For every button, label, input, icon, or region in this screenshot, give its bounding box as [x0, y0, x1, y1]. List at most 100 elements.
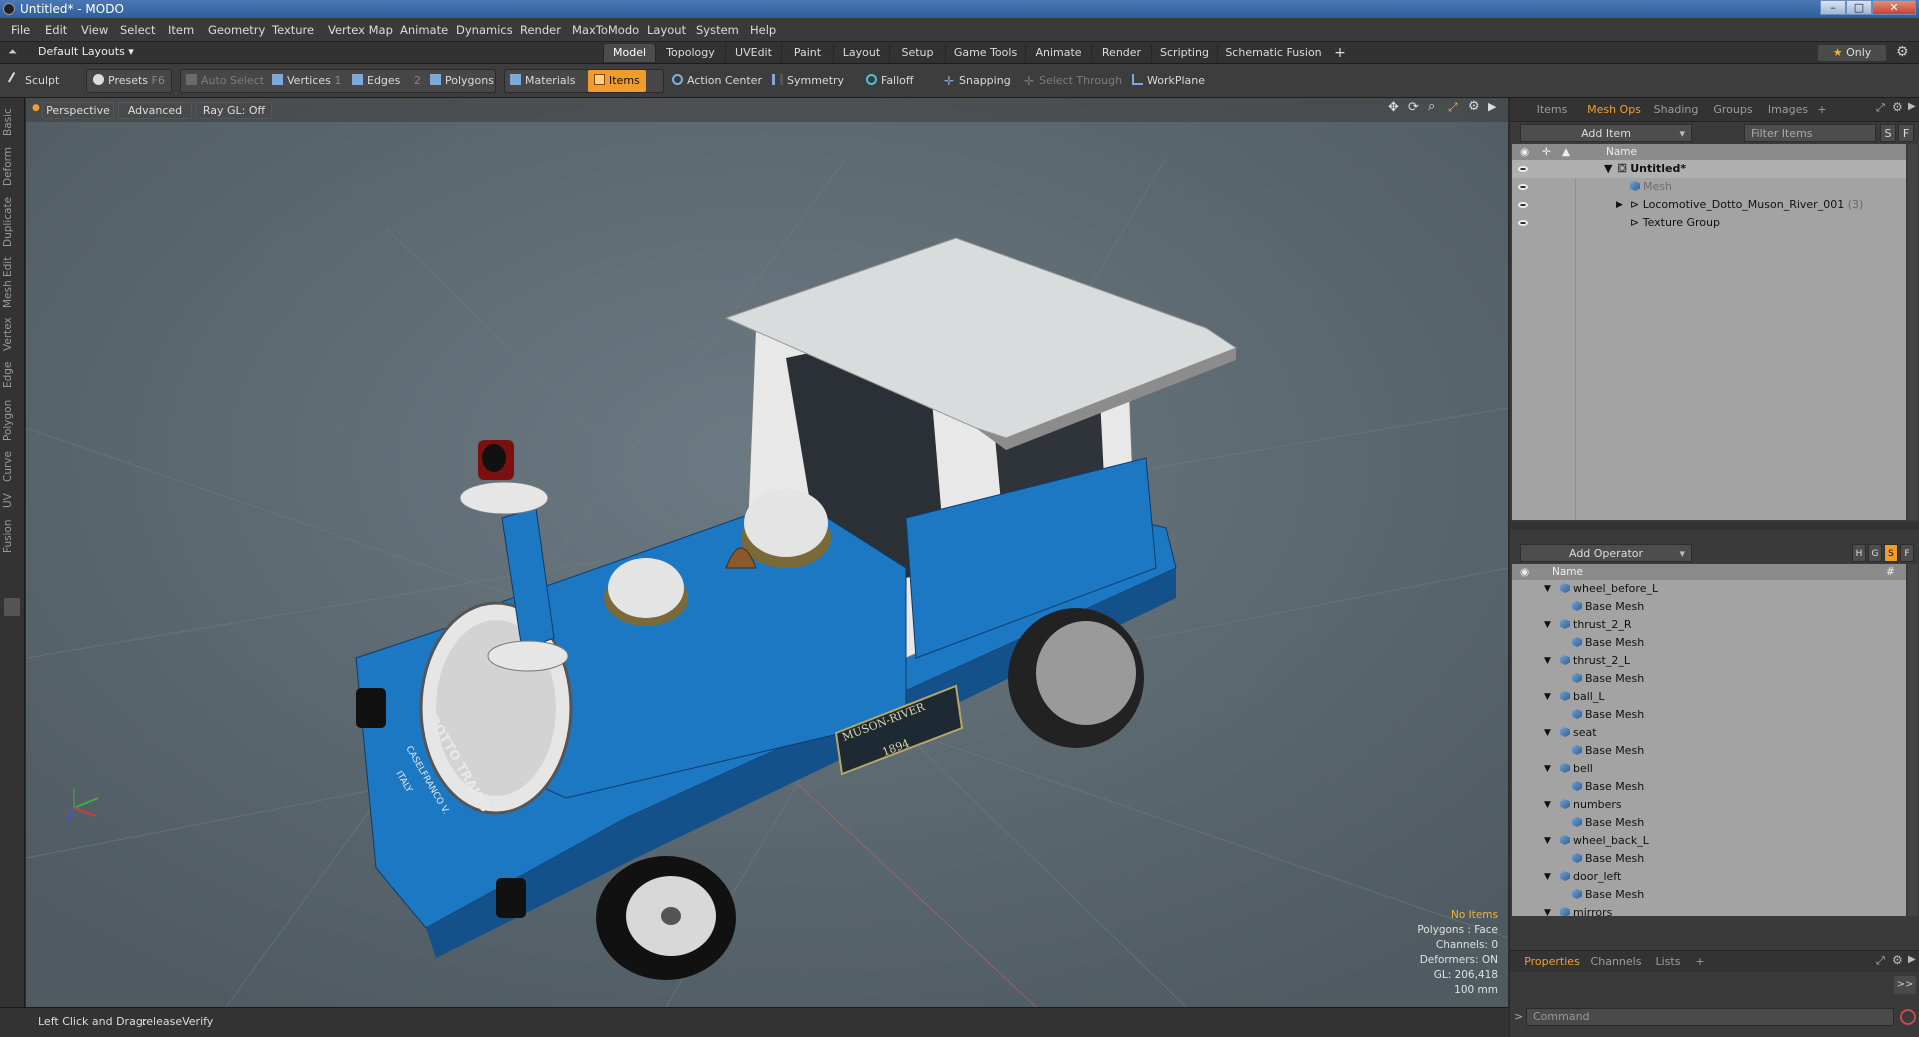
operator-row[interactable]: ▼ numbers: [1512, 796, 1906, 814]
sidebar-toggle[interactable]: [4, 598, 20, 616]
raygl-select[interactable]: Ray GL: Off: [196, 102, 272, 119]
menu-render[interactable]: Render: [516, 18, 565, 42]
command-history-icon[interactable]: [1900, 1009, 1916, 1025]
add-panel-tab[interactable]: +: [1814, 101, 1830, 119]
menu-geometry[interactable]: Geometry: [204, 18, 269, 42]
panel-arrow-icon[interactable]: ▶: [1908, 101, 1916, 112]
add-tab-button[interactable]: +: [1329, 44, 1351, 62]
add-item-dropdown[interactable]: Add Item ▾: [1520, 124, 1692, 142]
operator-row[interactable]: ▼ bell: [1512, 760, 1906, 778]
tab-setup[interactable]: Setup: [889, 44, 945, 62]
items-button[interactable]: Items: [588, 70, 646, 92]
eye-icon[interactable]: [1518, 202, 1528, 208]
operator-row[interactable]: ▼ wheel_before_L: [1512, 580, 1906, 598]
tab-game-tools[interactable]: Game Tools: [945, 44, 1025, 62]
viewport-menu-icon[interactable]: ●: [32, 103, 40, 113]
add-bottom-tab[interactable]: +: [1692, 953, 1708, 971]
operator-child-row[interactable]: Base Mesh: [1512, 634, 1906, 652]
materials-button[interactable]: Materials: [510, 70, 575, 92]
operator-child-row[interactable]: Base Mesh: [1512, 670, 1906, 688]
only-toggle[interactable]: ★ Only: [1818, 45, 1886, 61]
panel-expand-icon[interactable]: ⤢: [1876, 101, 1885, 115]
collapse-arrow-icon[interactable]: ▼: [1544, 760, 1551, 778]
edges-button[interactable]: Edges 2: [352, 70, 421, 92]
menu-item[interactable]: Item: [164, 18, 198, 42]
filter-f-button[interactable]: F: [1898, 124, 1914, 142]
layout-toggle-icon[interactable]: ⏶: [8, 45, 17, 59]
collapse-arrow-icon[interactable]: ▼: [1544, 652, 1551, 670]
item-list[interactable]: ◉ ✛ ▲ Name ▼ ⛋ Untitled* Mesh ▶ ⊳ Locomoti…: [1512, 144, 1906, 520]
vtab-mesh-edit[interactable]: Mesh Edit: [2, 254, 22, 310]
sculpt-button[interactable]: Sculpt: [7, 70, 59, 92]
tab-topology[interactable]: Topology: [655, 44, 725, 62]
menu-texture[interactable]: Texture: [268, 18, 318, 42]
presets-button[interactable]: Presets F6: [93, 70, 165, 92]
shading-advanced-select[interactable]: Advanced: [118, 102, 192, 119]
minimize-button[interactable]: –: [1820, 0, 1846, 15]
vertices-button[interactable]: Vertices 1: [272, 70, 341, 92]
maximize-button[interactable]: □: [1846, 0, 1872, 15]
collapse-arrow-icon[interactable]: ▼: [1544, 832, 1551, 850]
collapse-arrow-icon[interactable]: ▼: [1544, 724, 1551, 742]
tab-mesh-ops[interactable]: Mesh Ops: [1584, 101, 1644, 119]
menu-view[interactable]: View: [77, 18, 112, 42]
auto-select-button[interactable]: Auto Select: [186, 70, 264, 92]
list-item[interactable]: ▶ ⊳ Locomotive_Dotto_Muson_River_001 (3): [1512, 196, 1906, 214]
eye-icon[interactable]: [1518, 166, 1528, 172]
select-through-button[interactable]: ✛ Select Through: [1024, 70, 1122, 92]
gear-icon[interactable]: ⚙: [1896, 44, 1909, 60]
view-mode-select[interactable]: Perspective: [42, 102, 114, 119]
zoom-view-icon[interactable]: ⌕: [1428, 99, 1435, 114]
menu-select[interactable]: Select: [116, 18, 159, 42]
tab-shading[interactable]: Shading: [1648, 101, 1704, 119]
menu-dynamics[interactable]: Dynamics: [452, 18, 517, 42]
tab-model[interactable]: Model: [603, 44, 655, 62]
expand-arrow-icon[interactable]: ▶: [1488, 100, 1496, 113]
tab-groups[interactable]: Groups: [1708, 101, 1758, 119]
list-item[interactable]: Mesh: [1512, 178, 1906, 196]
op-flag-g[interactable]: G: [1868, 544, 1882, 562]
vtab-duplicate[interactable]: Duplicate: [2, 194, 22, 250]
eye-icon[interactable]: [1518, 184, 1528, 190]
op-flag-f[interactable]: F: [1900, 544, 1914, 562]
menu-edit[interactable]: Edit: [41, 18, 71, 42]
tab-paint[interactable]: Paint: [781, 44, 833, 62]
vtab-edge[interactable]: Edge: [2, 358, 22, 392]
menu-file[interactable]: File: [7, 18, 34, 42]
panel-gear-icon[interactable]: ⚙: [1892, 100, 1903, 114]
operator-row[interactable]: ▼ thrust_2_L: [1512, 652, 1906, 670]
tab-schematic-fusion[interactable]: Schematic Fusion: [1217, 44, 1329, 62]
vtab-polygon[interactable]: Polygon: [2, 396, 22, 444]
operator-child-row[interactable]: Base Mesh: [1512, 886, 1906, 904]
layout-select[interactable]: Default Layouts ▾: [38, 45, 134, 58]
tab-images[interactable]: Images: [1762, 101, 1814, 119]
snapping-button[interactable]: ✛ Snapping: [944, 70, 1011, 92]
rotate-view-icon[interactable]: ⟳: [1408, 100, 1419, 115]
operator-row[interactable]: ▼ thrust_2_R: [1512, 616, 1906, 634]
falloff-button[interactable]: Falloff: [866, 70, 913, 92]
operator-child-row[interactable]: Base Mesh: [1512, 598, 1906, 616]
list-item[interactable]: ⊳ Texture Group: [1512, 214, 1906, 232]
collapse-arrow-icon[interactable]: ▼: [1544, 868, 1551, 886]
tab-channels[interactable]: Channels: [1588, 953, 1644, 971]
collapse-arrow-icon[interactable]: ▼: [1544, 616, 1551, 634]
tab-items[interactable]: Items: [1530, 101, 1574, 119]
list-item[interactable]: ▼ ⛋ Untitled*: [1512, 160, 1906, 178]
collapse-arrow-icon[interactable]: ▼: [1544, 904, 1551, 916]
menu-help[interactable]: Help: [746, 18, 780, 42]
menu-vertex-map[interactable]: Vertex Map: [324, 18, 397, 42]
expand-arrow[interactable]: ▶: [1616, 196, 1623, 214]
symmetry-button[interactable]: Symmetry: [772, 70, 844, 92]
operator-child-row[interactable]: Base Mesh: [1512, 850, 1906, 868]
vtab-uv[interactable]: UV: [2, 490, 22, 512]
eye-icon[interactable]: [1518, 220, 1528, 226]
panel-gear-icon[interactable]: ⚙: [1892, 953, 1903, 967]
menu-animate[interactable]: Animate: [396, 18, 452, 42]
operator-row[interactable]: ▼ door_left: [1512, 868, 1906, 886]
command-input[interactable]: Command: [1526, 1008, 1894, 1026]
menu-system[interactable]: System: [692, 18, 743, 42]
panel-expand-icon[interactable]: ⤢: [1876, 954, 1885, 968]
operator-child-row[interactable]: Base Mesh: [1512, 778, 1906, 796]
filter-s-button[interactable]: S: [1880, 124, 1896, 142]
tab-render[interactable]: Render: [1091, 44, 1151, 62]
